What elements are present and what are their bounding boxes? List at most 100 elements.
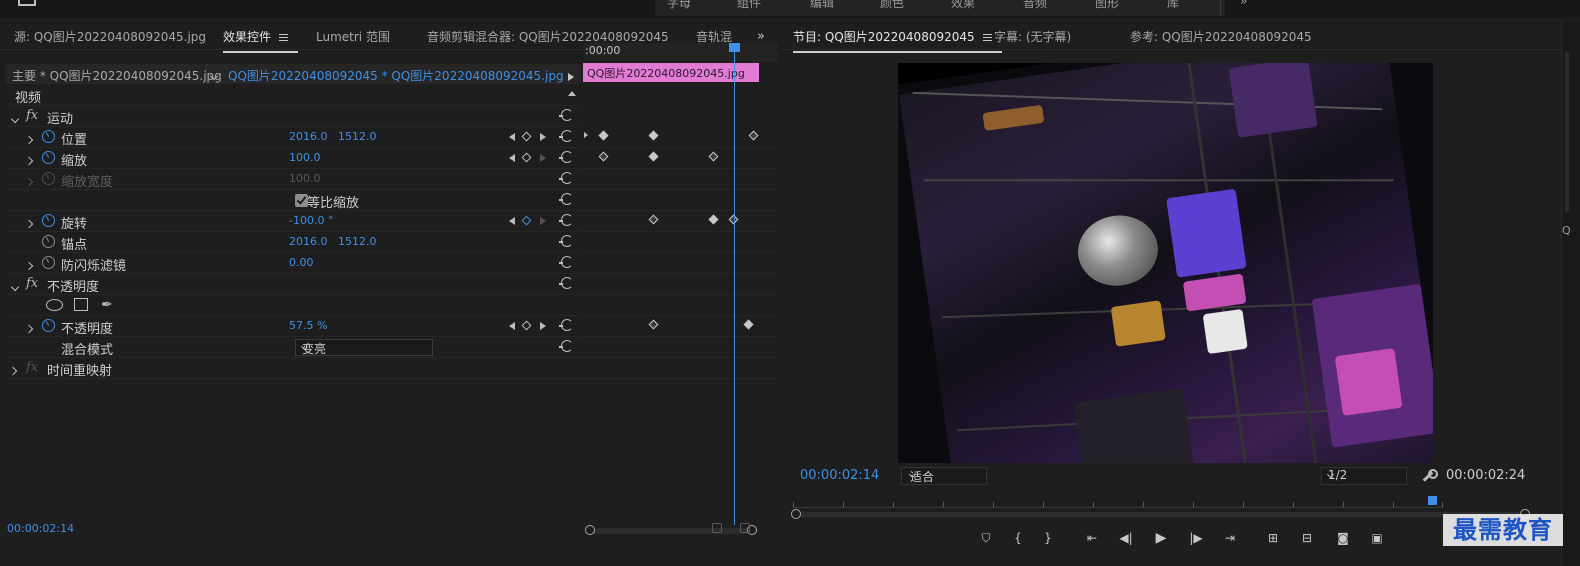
expand-toggle-icon[interactable] — [24, 132, 34, 146]
extract-icon[interactable]: ⊟ — [1297, 529, 1317, 547]
tab-source[interactable]: 源: QQ图片20220408092045.jpg — [14, 28, 206, 45]
reset-icon[interactable] — [559, 172, 573, 184]
prev-keyframe-icon[interactable] — [509, 133, 515, 141]
master-clip[interactable]: 主要 * QQ图片20220408092045.jpg — [12, 67, 222, 84]
add-keyframe-icon[interactable] — [521, 152, 532, 163]
expand-toggle-icon[interactable] — [24, 153, 34, 167]
tab-captions[interactable]: 字幕: (无字幕) — [994, 28, 1071, 45]
reset-icon[interactable] — [559, 214, 573, 226]
keyframe-marker[interactable] — [598, 130, 609, 141]
keyframe-marker[interactable] — [648, 151, 659, 162]
side-scrollbar[interactable] — [1565, 52, 1569, 212]
expand-toggle-icon[interactable] — [24, 321, 34, 335]
workspace-tab[interactable]: 编辑 — [810, 0, 834, 11]
expand-toggle-icon[interactable] — [24, 216, 34, 230]
add-marker-icon[interactable]: ⛉ — [976, 529, 996, 547]
add-keyframe-icon[interactable] — [521, 320, 532, 331]
go-to-out-icon[interactable]: ⇥ — [1220, 529, 1240, 547]
program-video-frame[interactable] — [898, 63, 1433, 463]
program-time-ruler[interactable] — [793, 496, 1443, 508]
stopwatch-icon[interactable] — [42, 235, 55, 248]
fx-icon[interactable]: fx — [26, 108, 38, 123]
expand-toggle-icon[interactable] — [8, 363, 18, 377]
home-icon[interactable] — [18, 0, 36, 6]
fx-icon[interactable]: fx — [26, 276, 38, 291]
prev-keyframe-icon[interactable] — [509, 154, 515, 162]
fx-icon[interactable]: fx — [26, 360, 38, 375]
export-icon[interactable] — [740, 523, 750, 533]
scroll-handle-left[interactable] — [585, 525, 595, 535]
workspace-tab[interactable]: 库 — [1167, 0, 1179, 11]
keyframe-marker[interactable] — [748, 130, 759, 141]
program-zoom-scrollbar[interactable] — [791, 509, 1530, 519]
step-forward-icon[interactable]: |▶ — [1186, 529, 1206, 547]
comparison-view-icon[interactable]: ▣ — [1367, 529, 1387, 547]
collapse-icon[interactable] — [568, 91, 576, 96]
next-keyframe-icon[interactable] — [540, 322, 546, 330]
workspace-tab[interactable]: 颜色 — [880, 0, 904, 11]
playhead[interactable] — [729, 43, 740, 525]
zoom-level-select[interactable]: 适合 — [901, 467, 987, 485]
workspace-tab[interactable]: 音频 — [1023, 0, 1047, 11]
tab-effect-controls[interactable]: 效果控件 — [223, 28, 299, 53]
param-value[interactable]: -100.0 ° — [289, 214, 333, 227]
keyframe-marker[interactable] — [708, 151, 719, 162]
step-back-icon[interactable]: ◀| — [1116, 529, 1136, 547]
mark-out-icon[interactable]: } — [1038, 529, 1058, 547]
param-value[interactable]: 0.00 — [289, 256, 314, 269]
program-playhead[interactable] — [1428, 496, 1437, 505]
program-current-time[interactable]: 00:00:02:14 — [800, 468, 879, 483]
stopwatch-icon[interactable] — [42, 319, 55, 332]
workspace-tab[interactable]: 效果 — [951, 0, 975, 11]
param-value-x[interactable]: 2016.0 — [289, 235, 328, 248]
timeline-ruler[interactable]: :00:00 — [583, 43, 779, 62]
panel-menu-icon[interactable] — [982, 32, 992, 43]
go-to-in-icon[interactable]: ⇤ — [1082, 529, 1102, 547]
keyframe-marker[interactable] — [584, 132, 588, 138]
reset-icon[interactable] — [559, 130, 573, 142]
pen-mask-icon[interactable]: ✒ — [101, 297, 113, 313]
reset-icon[interactable] — [559, 193, 573, 205]
stopwatch-icon[interactable] — [42, 214, 55, 227]
param-value[interactable]: 100.0 — [289, 151, 321, 164]
expand-toggle-icon[interactable] — [10, 279, 20, 293]
settings-wrench-icon[interactable] — [1421, 469, 1438, 483]
prev-keyframe-icon[interactable] — [509, 322, 515, 330]
panel-menu-icon[interactable] — [279, 32, 289, 43]
tab-program[interactable]: 节目: QQ图片20220408092045 — [793, 28, 1002, 53]
overflow-tabs-icon[interactable]: » — [757, 29, 765, 44]
workspace-tab[interactable]: 字母 — [667, 0, 691, 11]
more-icon[interactable]: » — [1240, 0, 1247, 8]
effects-current-time[interactable]: 00:00:02:14 — [7, 522, 74, 535]
prev-keyframe-icon[interactable] — [509, 217, 515, 225]
keyframe-marker[interactable] — [648, 130, 659, 141]
expand-toggle-icon[interactable] — [24, 258, 34, 272]
stopwatch-icon[interactable] — [42, 130, 55, 143]
scroll-handle-left[interactable] — [791, 509, 801, 519]
keyframe-marker[interactable] — [598, 151, 609, 162]
chevron-down-icon[interactable] — [209, 68, 219, 82]
keyframe-marker[interactable] — [743, 319, 754, 330]
stopwatch-icon[interactable] — [42, 256, 55, 269]
sequence-clip[interactable]: QQ图片20220408092045 * QQ图片20220408092045.… — [228, 67, 564, 84]
add-keyframe-icon[interactable] — [521, 215, 532, 226]
ellipse-mask-icon[interactable] — [46, 299, 63, 311]
reset-icon[interactable] — [559, 151, 573, 163]
reset-icon[interactable] — [559, 319, 573, 331]
reset-icon[interactable] — [559, 340, 573, 352]
workspace-tab[interactable]: 图形 — [1095, 0, 1119, 11]
param-value-y[interactable]: 1512.0 — [338, 130, 377, 143]
stopwatch-icon[interactable] — [42, 151, 55, 164]
keyframe-marker[interactable] — [708, 214, 719, 225]
param-value-x[interactable]: 2016.0 — [289, 130, 328, 143]
workspace-tab[interactable]: 组件 — [737, 0, 761, 11]
next-keyframe-icon[interactable] — [540, 133, 546, 141]
next-keyframe-icon[interactable] — [540, 154, 546, 162]
param-value[interactable]: 57.5 % — [289, 319, 327, 332]
playback-resolution-select[interactable]: 1/2 — [1321, 467, 1407, 485]
rectangle-mask-icon[interactable] — [74, 298, 88, 311]
keyframe-marker[interactable] — [648, 319, 659, 330]
play-triangle-icon[interactable] — [568, 70, 574, 84]
reset-icon[interactable] — [559, 235, 573, 247]
reset-icon[interactable] — [559, 277, 573, 289]
